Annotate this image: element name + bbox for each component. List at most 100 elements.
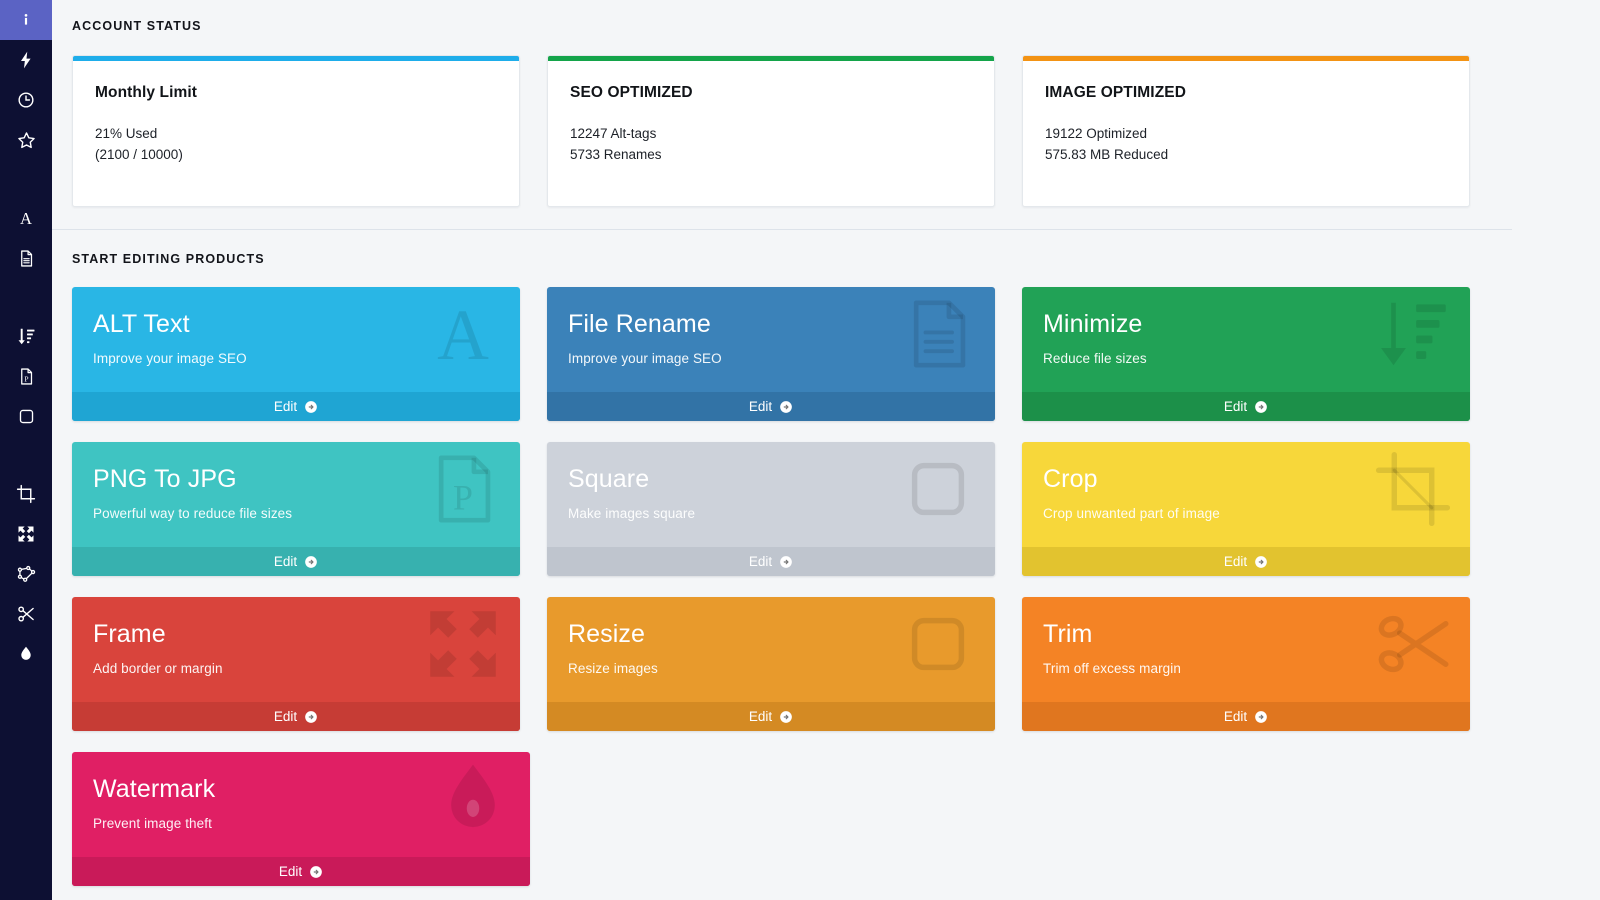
- water-drop-icon: [17, 645, 35, 663]
- sidebar-item-info[interactable]: [0, 0, 52, 40]
- product-tile-title: Square: [568, 465, 650, 493]
- arrow-circle-right-icon: [779, 710, 793, 724]
- sidebar-item-square[interactable]: [0, 396, 52, 436]
- product-tile-edit-label: Edit: [748, 709, 773, 724]
- arrow-circle-right-icon: [1254, 400, 1268, 414]
- status-card: IMAGE OPTIMIZED 19122 Optimized 575.83 MB …: [1022, 55, 1470, 207]
- sidebar-item-favorites[interactable]: [0, 120, 52, 160]
- product-tile-edit-button[interactable]: Edit: [72, 392, 520, 421]
- product-tile-edit-label: Edit: [273, 399, 298, 414]
- product-tile-title: Minimize: [1043, 310, 1143, 338]
- status-card-title: SEO OPTIMIZED: [570, 84, 693, 101]
- product-tile-edit-button[interactable]: Edit: [547, 547, 995, 576]
- product-tile-title: Resize: [568, 620, 646, 648]
- products-heading: START EDITING PRODUCTS: [72, 252, 265, 266]
- sidebar-item-trim[interactable]: [0, 594, 52, 634]
- left-sidebar: A P: [0, 0, 52, 900]
- sidebar-item-history[interactable]: [0, 80, 52, 120]
- arrow-circle-right-icon: [304, 400, 318, 414]
- sidebar-item-frame[interactable]: [0, 514, 52, 554]
- sidebar-item-resize[interactable]: [0, 554, 52, 594]
- arrow-circle-right-icon: [779, 555, 793, 569]
- product-tile-subtitle: Crop unwanted part of image: [1043, 506, 1220, 521]
- scissors-icon: [16, 604, 36, 624]
- product-tile-grid: A ALT Text Improve your image SEO Edit File …: [52, 266, 1552, 886]
- products-section: START EDITING PRODUCTS A ALT Text Improve …: [52, 230, 1600, 886]
- product-tile-subtitle: Add border or margin: [93, 661, 223, 676]
- crop-icon: [16, 484, 36, 504]
- product-tile-edit-button[interactable]: Edit: [72, 547, 520, 576]
- product-tile[interactable]: Crop Crop unwanted part of image Edit: [1022, 442, 1470, 576]
- product-tile-edit-label: Edit: [278, 864, 303, 879]
- product-tile[interactable]: P PNG To JPG Powerful way to reduce file s…: [72, 442, 520, 576]
- sidebar-item-crop[interactable]: [0, 474, 52, 514]
- letter-a-icon: A: [16, 208, 36, 228]
- product-tile-title: Frame: [93, 620, 166, 648]
- product-tile-subtitle: Trim off excess margin: [1043, 661, 1181, 676]
- product-tile-body: File Rename Improve your image SEO: [547, 287, 995, 392]
- product-tile-edit-button[interactable]: Edit: [72, 702, 520, 731]
- account-status-heading: ACCOUNT STATUS: [72, 19, 202, 33]
- status-card-title: IMAGE OPTIMIZED: [1045, 84, 1186, 101]
- rounded-square-icon: [17, 407, 36, 426]
- product-tile-body: Frame Add border or margin: [72, 597, 520, 702]
- product-tile-title: ALT Text: [93, 310, 190, 338]
- product-tile-edit-label: Edit: [273, 709, 298, 724]
- product-tile-edit-button[interactable]: Edit: [1022, 392, 1470, 421]
- arrow-circle-right-icon: [304, 555, 318, 569]
- product-tile-edit-button[interactable]: Edit: [547, 392, 995, 421]
- product-tile-edit-button[interactable]: Edit: [72, 857, 530, 886]
- product-tile-body: Minimize Reduce file sizes: [1022, 287, 1470, 392]
- product-tile-body: A ALT Text Improve your image SEO: [72, 287, 520, 392]
- product-tile-edit-button[interactable]: Edit: [1022, 702, 1470, 731]
- status-card-line-1: 19122 Optimized: [1045, 126, 1148, 141]
- status-card-row: Monthly Limit 21% Used (2100 / 10000) SEO O…: [52, 33, 1600, 207]
- status-card-accent-bar: [73, 56, 519, 61]
- sidebar-item-png-to-jpg[interactable]: P: [0, 356, 52, 396]
- status-card: SEO OPTIMIZED 12247 Alt-tags 5733 Renames: [547, 55, 995, 207]
- svg-text:A: A: [20, 209, 32, 228]
- status-card-accent-bar: [548, 56, 994, 61]
- status-card: Monthly Limit 21% Used (2100 / 10000): [72, 55, 520, 207]
- product-tile[interactable]: Resize Resize images Edit: [547, 597, 995, 731]
- product-tile-edit-button[interactable]: Edit: [547, 702, 995, 731]
- product-tile-edit-label: Edit: [748, 554, 773, 569]
- product-tile-body: P PNG To JPG Powerful way to reduce file s…: [72, 442, 520, 547]
- status-card-accent-bar: [1023, 56, 1469, 61]
- product-tile[interactable]: Trim Trim off excess margin Edit: [1022, 597, 1470, 731]
- product-tile-subtitle: Powerful way to reduce file sizes: [93, 506, 293, 521]
- product-tile-subtitle: Resize images: [568, 661, 658, 676]
- bolt-icon: [16, 50, 36, 70]
- product-tile-body: Square Make images square: [547, 442, 995, 547]
- product-tile-body: Crop Crop unwanted part of image: [1022, 442, 1470, 547]
- product-tile[interactable]: Square Make images square Edit: [547, 442, 995, 576]
- product-tile[interactable]: Minimize Reduce file sizes Edit: [1022, 287, 1470, 421]
- sidebar-item-file-rename[interactable]: [0, 238, 52, 278]
- product-tile-edit-button[interactable]: Edit: [1022, 547, 1470, 576]
- sidebar-item-minimize[interactable]: [0, 316, 52, 356]
- arrow-circle-right-icon: [1254, 555, 1268, 569]
- product-tile[interactable]: Watermark Prevent image theft Edit: [72, 752, 530, 886]
- main-content: ACCOUNT STATUS Monthly Limit 21% Used (210…: [52, 0, 1600, 900]
- status-card-line-2: 5733 Renames: [570, 147, 662, 162]
- arrow-circle-right-icon: [1254, 710, 1268, 724]
- status-card-line-2: 575.83 MB Reduced: [1045, 147, 1169, 162]
- product-tile[interactable]: Frame Add border or margin Edit: [72, 597, 520, 731]
- product-tile-title: PNG To JPG: [93, 465, 237, 493]
- status-card-line-1: 21% Used: [95, 126, 158, 141]
- sidebar-item-bolt[interactable]: [0, 40, 52, 80]
- product-tile-subtitle: Improve your image SEO: [568, 351, 722, 366]
- product-tile-edit-label: Edit: [748, 399, 773, 414]
- product-tile-edit-label: Edit: [1223, 554, 1248, 569]
- sidebar-item-alt-text[interactable]: A: [0, 198, 52, 238]
- resize-handles-icon: [16, 564, 37, 585]
- product-tile[interactable]: A ALT Text Improve your image SEO Edit: [72, 287, 520, 421]
- svg-text:P: P: [24, 374, 28, 383]
- sidebar-item-watermark[interactable]: [0, 634, 52, 674]
- product-tile-body: Resize Resize images: [547, 597, 995, 702]
- product-tile[interactable]: File Rename Improve your image SEO Edit: [547, 287, 995, 421]
- product-tile-title: Crop: [1043, 465, 1098, 493]
- clock-icon: [16, 90, 36, 110]
- document-p-icon: P: [17, 367, 36, 386]
- arrow-circle-right-icon: [779, 400, 793, 414]
